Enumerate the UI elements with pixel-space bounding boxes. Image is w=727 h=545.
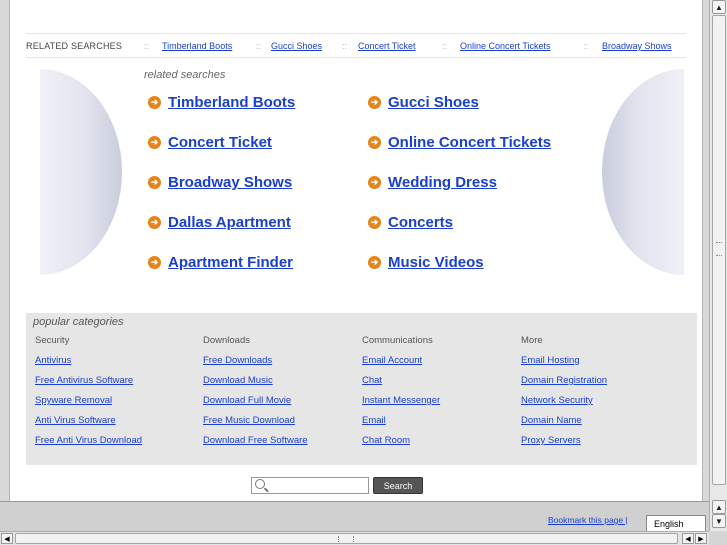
scroll-down-button[interactable]: ▼: [712, 514, 726, 528]
result-link-broadway-shows[interactable]: Broadway Shows: [168, 174, 292, 191]
category-link[interactable]: Free Downloads: [203, 355, 308, 375]
result-item[interactable]: ➔ Apartment Finder: [148, 254, 293, 271]
category-link[interactable]: Free Anti Virus Download: [35, 435, 142, 455]
result-item[interactable]: ➔ Broadway Shows: [148, 174, 292, 191]
category-link[interactable]: Anti Virus Software: [35, 415, 142, 435]
result-link-apartment-finder[interactable]: Apartment Finder: [168, 254, 293, 271]
result-item[interactable]: ➔ Gucci Shoes: [368, 94, 479, 111]
category-link[interactable]: Email Account: [362, 355, 440, 375]
category-column-communications: Communications Email Account Chat Instan…: [362, 335, 440, 455]
result-item[interactable]: ➔ Timberland Boots: [148, 94, 295, 111]
category-link[interactable]: Proxy Servers: [521, 435, 607, 455]
related-link-gucci-shoes[interactable]: Gucci Shoes: [271, 41, 322, 51]
category-link[interactable]: Network Security: [521, 395, 607, 415]
left-frame-edge: [0, 0, 10, 501]
result-link-timberland-boots[interactable]: Timberland Boots: [168, 94, 295, 111]
category-link[interactable]: Email: [362, 415, 440, 435]
result-link-concert-ticket[interactable]: Concert Ticket: [168, 134, 272, 151]
scroll-up-button[interactable]: ▲: [712, 0, 726, 14]
grip-icon: [716, 242, 722, 256]
separator: ::: [583, 41, 589, 51]
result-link-dallas-apartment[interactable]: Dallas Apartment: [168, 214, 291, 231]
result-link-music-videos[interactable]: Music Videos: [388, 254, 484, 271]
search-input[interactable]: [251, 477, 369, 494]
result-link-gucci-shoes[interactable]: Gucci Shoes: [388, 94, 479, 111]
scroll-up-button-lower[interactable]: ▲: [712, 500, 726, 514]
category-link[interactable]: Free Antivirus Software: [35, 375, 142, 395]
browser-viewport: RELATED SEARCHES :: Timberland Boots :: …: [0, 0, 709, 501]
arrow-icon: ➔: [368, 136, 381, 149]
category-link[interactable]: Download Free Software: [203, 435, 308, 455]
related-link-timberland-boots[interactable]: Timberland Boots: [162, 41, 232, 51]
category-link[interactable]: Chat Room: [362, 435, 440, 455]
arrow-icon: ➔: [148, 256, 161, 269]
related-searches-label: RELATED SEARCHES: [26, 41, 123, 51]
arrow-icon: ➔: [368, 256, 381, 269]
arrow-icon: ➔: [148, 96, 161, 109]
arrow-icon: ➔: [148, 136, 161, 149]
separator: ::: [256, 41, 262, 51]
category-link[interactable]: Download Full Movie: [203, 395, 308, 415]
related-link-online-concert-tickets[interactable]: Online Concert Tickets: [460, 41, 551, 51]
category-column-security: Security Antivirus Free Antivirus Softwa…: [35, 335, 142, 455]
category-link[interactable]: Antivirus: [35, 355, 142, 375]
search-icon: [255, 479, 265, 489]
vertical-scrollbar[interactable]: ▲ ▲ ▼: [709, 0, 727, 531]
category-link[interactable]: Instant Messenger: [362, 395, 440, 415]
bottom-bar: Bookmark this page | English: [0, 501, 709, 533]
decorative-arc-right: [602, 69, 684, 275]
related-searches-panel: related searches ➔ Timberland Boots ➔ Gu…: [40, 66, 684, 278]
column-header: Downloads: [203, 335, 250, 346]
result-link-wedding-dress[interactable]: Wedding Dress: [388, 174, 497, 191]
related-searches-bar: RELATED SEARCHES :: Timberland Boots :: …: [26, 33, 686, 58]
result-item[interactable]: ➔ Dallas Apartment: [148, 214, 291, 231]
category-column-more: More Email Hosting Domain Registration N…: [521, 335, 607, 455]
category-link[interactable]: Download Music: [203, 375, 308, 395]
related-link-concert-ticket[interactable]: Concert Ticket: [358, 41, 416, 51]
column-header: Security: [35, 335, 70, 346]
horizontal-scrollbar[interactable]: ◀ ◀ ▶: [0, 531, 709, 545]
popular-categories: popular categories Security Antivirus Fr…: [26, 313, 697, 465]
search-button[interactable]: Search: [373, 477, 423, 494]
category-link[interactable]: Chat: [362, 375, 440, 395]
result-item[interactable]: ➔ Concerts: [368, 214, 453, 231]
arrow-icon: ➔: [368, 96, 381, 109]
column-header: More: [521, 335, 543, 346]
column-header: Communications: [362, 335, 433, 346]
result-item[interactable]: ➔ Online Concert Tickets: [368, 134, 551, 151]
result-item[interactable]: ➔ Concert Ticket: [148, 134, 272, 151]
right-frame-edge: [702, 0, 709, 501]
arrow-icon: ➔: [368, 176, 381, 189]
scroll-left-button[interactable]: ◀: [1, 533, 13, 544]
separator: ::: [442, 41, 448, 51]
category-link[interactable]: Domain Name: [521, 415, 607, 435]
category-link[interactable]: Free Music Download: [203, 415, 308, 435]
vertical-scroll-thumb[interactable]: [712, 15, 726, 485]
separator: ::: [144, 41, 150, 51]
scroll-left-button-right[interactable]: ◀: [682, 533, 694, 544]
arrow-icon: ➔: [368, 216, 381, 229]
separator: ::: [342, 41, 348, 51]
related-link-broadway-shows[interactable]: Broadway Shows: [602, 41, 672, 51]
category-link[interactable]: Domain Registration: [521, 375, 607, 395]
category-column-downloads: Downloads Free Downloads Download Music …: [203, 335, 308, 455]
result-link-online-concert-tickets[interactable]: Online Concert Tickets: [388, 134, 551, 151]
grip-icon: [338, 536, 354, 542]
popular-categories-title: popular categories: [33, 316, 124, 328]
decorative-arc-left: [40, 69, 122, 275]
bookmark-link[interactable]: Bookmark this page |: [548, 515, 628, 525]
scrollbar-corner: [709, 531, 727, 545]
result-link-concerts[interactable]: Concerts: [388, 214, 453, 231]
scroll-right-button[interactable]: ▶: [695, 533, 707, 544]
page-content: RELATED SEARCHES :: Timberland Boots :: …: [10, 0, 702, 501]
result-item[interactable]: ➔ Wedding Dress: [368, 174, 497, 191]
arrow-icon: ➔: [148, 216, 161, 229]
result-item[interactable]: ➔ Music Videos: [368, 254, 484, 271]
panel-heading: related searches: [144, 69, 226, 81]
category-link[interactable]: Spyware Removal: [35, 395, 142, 415]
category-link[interactable]: Email Hosting: [521, 355, 607, 375]
horizontal-scroll-thumb[interactable]: [15, 533, 678, 544]
arrow-icon: ➔: [148, 176, 161, 189]
